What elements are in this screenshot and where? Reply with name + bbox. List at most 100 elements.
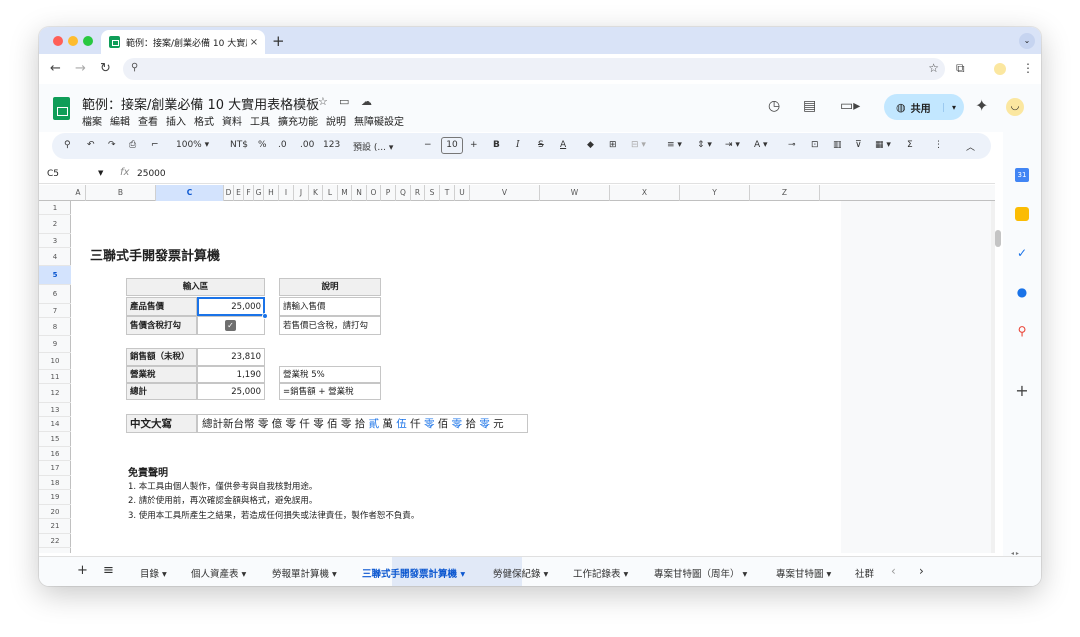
sheet-tab-social[interactable]: 社群 <box>855 566 874 580</box>
column-header[interactable]: S <box>425 185 440 201</box>
row-header[interactable]: 15 <box>39 432 71 447</box>
text-wrap-icon[interactable]: ⇥ ▾ <box>725 140 740 150</box>
forward-button[interactable]: → <box>75 61 86 76</box>
tasks-icon[interactable]: ✓ <box>1015 246 1029 260</box>
row-header[interactable]: 5 <box>39 266 71 285</box>
number-format-button[interactable]: 123 <box>323 140 340 150</box>
currency-format-button[interactable]: NT$ <box>230 140 248 150</box>
column-header[interactable]: I <box>279 185 294 201</box>
functions-button[interactable]: Σ <box>907 140 913 150</box>
sheet-tab-toc[interactable]: 目錄 ▾ <box>140 566 167 580</box>
gemini-icon[interactable]: ✦ <box>975 96 988 115</box>
strikethrough-button[interactable]: S <box>538 140 544 150</box>
text-color-button[interactable]: A <box>560 140 566 150</box>
row-header[interactable]: 22 <box>39 534 71 548</box>
search-menus-icon[interactable]: ⚲ <box>64 140 71 150</box>
sheet-tab-gantt-week[interactable]: 專案甘特圖（周年） ▾ <box>654 566 747 580</box>
print-icon[interactable]: ⎙ <box>129 140 136 150</box>
column-header[interactable]: W <box>540 185 610 201</box>
undo-icon[interactable]: ↶ <box>87 140 95 150</box>
column-header[interactable]: V <box>470 185 540 201</box>
tab-search-button[interactable]: ⌄ <box>1019 33 1035 49</box>
borders-icon[interactable]: ⊞ <box>609 140 617 150</box>
account-avatar[interactable]: ◡ <box>1006 98 1024 116</box>
row-header[interactable]: 12 <box>39 384 71 403</box>
scroll-tabs-left-button[interactable]: ‹ <box>891 564 896 578</box>
row-header[interactable]: 2 <box>39 215 71 234</box>
paint-format-icon[interactable]: ⌐ <box>151 140 159 150</box>
new-tab-button[interactable]: + <box>272 32 285 50</box>
fill-handle[interactable] <box>262 313 268 319</box>
filter-icon[interactable]: ⊽ <box>855 140 862 150</box>
bold-button[interactable]: B <box>493 140 500 150</box>
sheets-logo-icon[interactable] <box>53 97 70 120</box>
tab-close-icon[interactable]: × <box>247 37 261 48</box>
row-header[interactable]: 13 <box>39 403 71 417</box>
more-toolbar-icon[interactable]: ⋮ <box>934 140 943 150</box>
filter-views-icon[interactable]: ▦ ▾ <box>875 140 891 150</box>
insert-link-icon[interactable]: ⊸ <box>788 140 796 150</box>
minimize-window-button[interactable] <box>68 36 78 46</box>
version-history-icon[interactable]: ◷ <box>768 98 780 114</box>
row-header[interactable]: 19 <box>39 490 71 505</box>
keep-icon[interactable] <box>1015 207 1029 221</box>
fill-color-icon[interactable]: ◆ <box>587 140 594 150</box>
name-box-dropdown-icon[interactable]: ▼ <box>98 169 103 177</box>
increase-font-size-icon[interactable]: + <box>470 140 478 150</box>
insert-chart-icon[interactable]: ▥ <box>833 140 842 150</box>
document-title[interactable]: 範例：接案/創業必備 10 大實用表格模板 <box>82 94 319 113</box>
menu-accessibility[interactable]: 無障礙設定 <box>354 113 404 128</box>
column-header[interactable]: E <box>234 185 244 201</box>
menu-help[interactable]: 說明 <box>326 113 346 128</box>
calendar-icon[interactable]: 31 <box>1015 168 1029 182</box>
menu-edit[interactable]: 編輯 <box>110 113 130 128</box>
column-header[interactable]: U <box>455 185 470 201</box>
insert-comment-icon[interactable]: ⊡ <box>811 140 819 150</box>
move-folder-icon[interactable]: ▭ <box>339 95 349 108</box>
share-button[interactable]: ◍ 共用 ▾ <box>884 94 964 120</box>
star-icon[interactable]: ☆ <box>318 95 328 108</box>
italic-button[interactable]: I <box>516 140 520 150</box>
percent-format-button[interactable]: % <box>258 140 267 150</box>
text-rotation-icon[interactable]: A ▾ <box>754 140 768 150</box>
column-header[interactable]: O <box>367 185 381 201</box>
menu-format[interactable]: 格式 <box>194 113 214 128</box>
sheet-tab-assets[interactable]: 個人資產表 ▾ <box>191 566 246 580</box>
site-info-icon[interactable]: ⚲ <box>131 62 138 73</box>
bookmark-star-icon[interactable]: ☆ <box>928 61 939 75</box>
row-header[interactable]: 20 <box>39 505 71 519</box>
menu-view[interactable]: 查看 <box>138 113 158 128</box>
row-header[interactable]: 8 <box>39 318 71 336</box>
row-header[interactable]: 3 <box>39 234 71 248</box>
column-header[interactable]: Z <box>750 185 820 201</box>
sheet-tab-labor-report[interactable]: 勞報單計算機 ▾ <box>272 566 337 580</box>
column-header[interactable]: P <box>381 185 396 201</box>
browser-menu-icon[interactable]: ⋮ <box>1022 61 1034 75</box>
column-header[interactable]: Y <box>680 185 750 201</box>
column-header[interactable]: C <box>156 185 224 201</box>
column-header[interactable]: N <box>352 185 367 201</box>
decrease-decimal-button[interactable]: .0 <box>278 140 287 150</box>
row-header[interactable]: 14 <box>39 417 71 432</box>
share-dropdown-icon[interactable]: ▾ <box>942 102 956 112</box>
vertical-scroll-thumb[interactable] <box>995 230 1001 247</box>
contacts-icon[interactable]: ● <box>1015 285 1029 299</box>
row-header[interactable]: 6 <box>39 285 71 304</box>
menu-data[interactable]: 資料 <box>222 113 242 128</box>
close-window-button[interactable] <box>53 36 63 46</box>
row-header[interactable]: 1 <box>39 201 71 215</box>
decrease-font-size-icon[interactable]: − <box>424 140 432 150</box>
reload-button[interactable]: ↻ <box>100 61 111 76</box>
row-header[interactable]: 18 <box>39 476 71 490</box>
column-header[interactable]: X <box>610 185 680 201</box>
sheet-tab-gantt[interactable]: 專案甘特圖 ▾ <box>776 566 831 580</box>
font-size-input[interactable]: 10 <box>441 137 463 154</box>
column-header[interactable]: M <box>338 185 352 201</box>
row-header[interactable]: 21 <box>39 519 71 534</box>
vertical-align-icon[interactable]: ⇕ ▾ <box>697 140 712 150</box>
row-header[interactable]: 7 <box>39 304 71 318</box>
increase-decimal-button[interactable]: .00 <box>300 140 314 150</box>
row-header[interactable]: 11 <box>39 370 71 384</box>
formula-input[interactable]: 25000 <box>137 169 166 179</box>
column-header[interactable]: K <box>309 185 323 201</box>
